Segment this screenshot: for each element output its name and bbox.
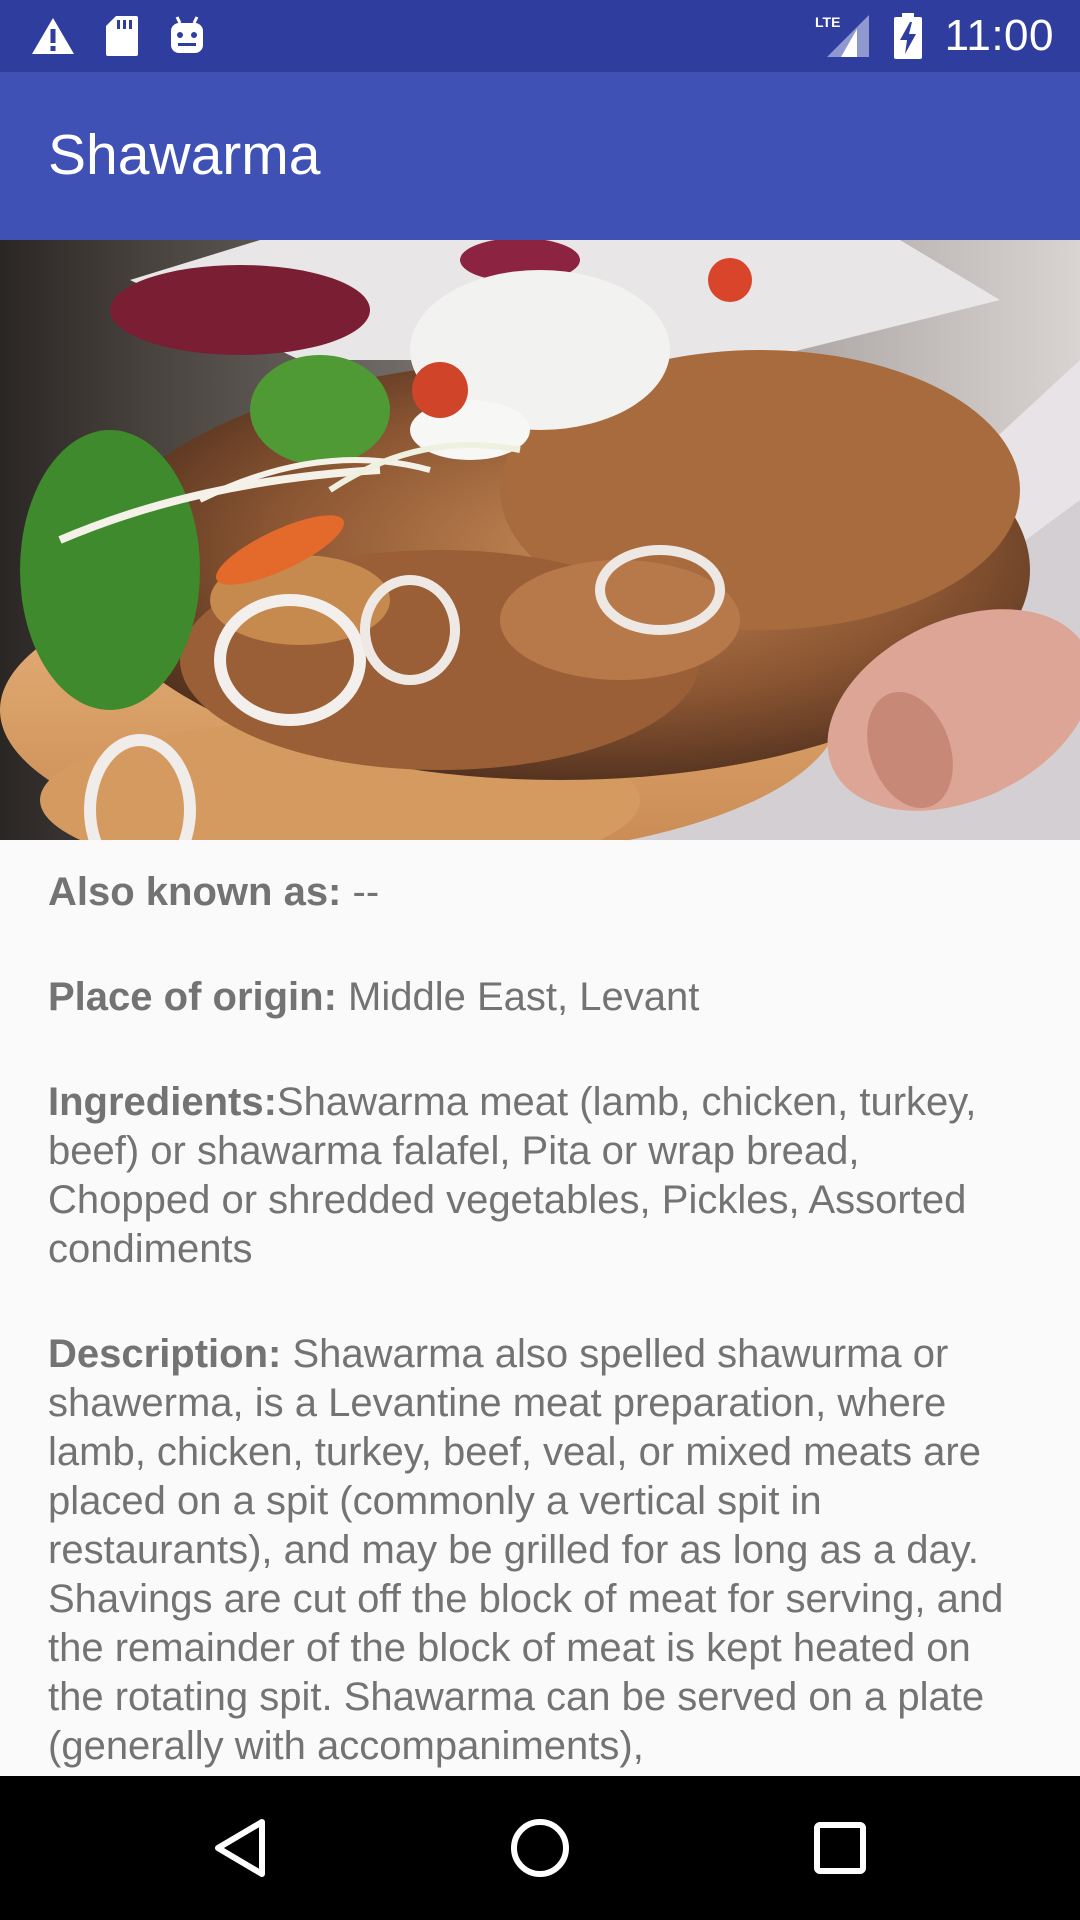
warning-icon xyxy=(30,16,76,56)
place-of-origin-label: Place of origin: xyxy=(48,975,337,1019)
navigation-bar xyxy=(0,1776,1080,1920)
battery-charging-icon xyxy=(893,12,923,60)
back-icon xyxy=(215,1819,265,1877)
sd-card-icon xyxy=(104,14,140,58)
status-system: LTE 11:00 xyxy=(815,10,1054,62)
page-title: Shawarma xyxy=(48,123,321,187)
back-button[interactable] xyxy=(160,1776,320,1920)
description-value: Shawarma also spelled shawurma or shawer… xyxy=(48,1332,1004,1768)
description: Description: Shawarma also spelled shawu… xyxy=(48,1330,1032,1771)
place-of-origin: Place of origin: Middle East, Levant xyxy=(48,973,1032,1022)
ingredients-label: Ingredients: xyxy=(48,1080,277,1124)
food-details: Also known as: -- Place of origin: Middl… xyxy=(48,868,1032,1776)
shawarma-photo xyxy=(0,240,1080,840)
also-known-as-value: -- xyxy=(341,870,380,914)
recents-button[interactable] xyxy=(760,1776,920,1920)
description-label: Description: xyxy=(48,1332,282,1376)
screen: LTE 11:00 Shawarma Also known as: -- Pla… xyxy=(0,0,1080,1920)
app-bar: Shawarma xyxy=(0,72,1080,240)
also-known-as: Also known as: -- xyxy=(48,868,1032,917)
android-debug-icon xyxy=(168,15,206,57)
lte-signal-icon: LTE xyxy=(815,13,871,59)
recents-icon xyxy=(814,1822,866,1874)
also-known-as-label: Also known as: xyxy=(48,870,342,914)
home-icon xyxy=(511,1819,569,1877)
place-of-origin-value: Middle East, Levant xyxy=(336,975,700,1019)
home-button[interactable] xyxy=(460,1776,620,1920)
status-time: 11:00 xyxy=(944,11,1054,60)
ingredients: Ingredients:Shawarma meat (lamb, chicken… xyxy=(48,1078,1032,1274)
status-bar: LTE 11:00 xyxy=(0,0,1080,72)
status-notifications xyxy=(30,12,206,60)
lte-label: LTE xyxy=(815,14,840,30)
